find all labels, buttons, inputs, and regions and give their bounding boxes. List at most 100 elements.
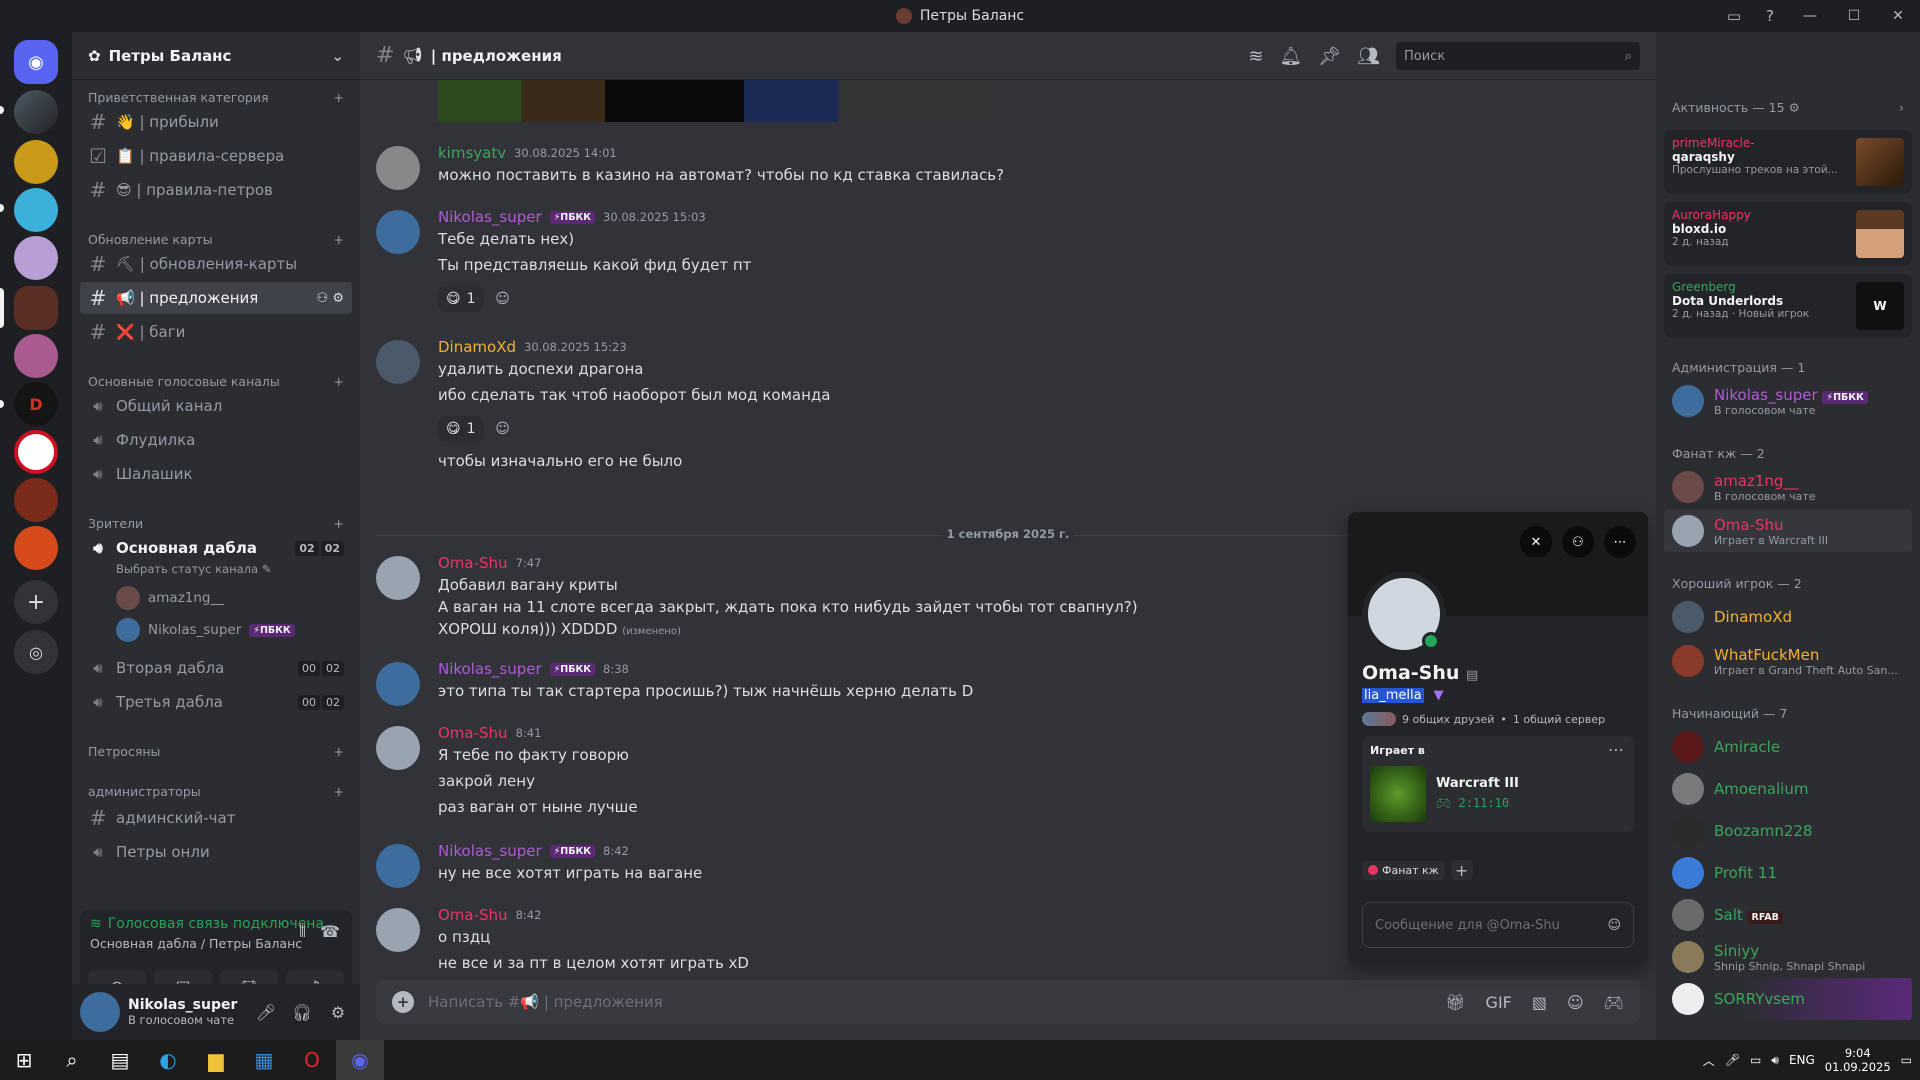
reaction[interactable]: 😋 1	[438, 286, 484, 312]
channel-second-dabla[interactable]: 🔊︎ Вторая дабла 00 02	[80, 652, 352, 684]
note-icon[interactable]: ▤	[1466, 668, 1478, 683]
server-icon[interactable]	[14, 478, 58, 522]
message-composer[interactable]: + Написать #📢 | предложения 🎁︎ GIF ▧ ☺ 🎮…	[376, 980, 1640, 1024]
server-icon[interactable]	[14, 430, 58, 474]
add-reaction-icon[interactable]: ☺	[488, 286, 518, 312]
message-author[interactable]: Oma-Shu	[438, 724, 508, 742]
language-indicator[interactable]: ENG	[1789, 1053, 1815, 1067]
invite-icon[interactable]: ⚇	[317, 291, 329, 306]
pin-icon[interactable]: 📌︎	[1318, 46, 1341, 67]
role-badge[interactable]: Фанат кж	[1362, 860, 1445, 880]
channel-shalashik[interactable]: 🔊︎ Шалашик	[80, 458, 352, 490]
channel-status-link[interactable]: Выбрать статус канала ✎	[116, 562, 271, 576]
noise-suppression-icon[interactable]: ⦀	[299, 922, 306, 942]
channel-admin-chat[interactable]: # админский-чат	[80, 802, 352, 834]
add-channel-icon[interactable]: +	[334, 516, 344, 531]
reaction[interactable]: 😋 1	[438, 416, 484, 442]
member[interactable]: Amoenalium	[1664, 768, 1912, 810]
members-icon[interactable]: 👥︎	[1357, 46, 1380, 67]
inbox-icon[interactable]: ▭	[1716, 0, 1752, 32]
message-author[interactable]: Oma-Shu	[438, 554, 508, 572]
add-channel-icon[interactable]: +	[334, 232, 344, 247]
channel-general-voice[interactable]: 🔊︎ Общий канал	[80, 390, 352, 422]
gif-icon[interactable]: GIF	[1486, 993, 1512, 1012]
member[interactable]: Nikolas_super ⚡ПБКК В голосовом чате	[1664, 380, 1912, 422]
threads-icon[interactable]: ≋	[1248, 46, 1263, 67]
message-author[interactable]: Nikolas_super	[438, 660, 542, 678]
channel-main-dabla[interactable]: 🔊︎ Основная дабла 02 02	[80, 532, 352, 564]
microphone-icon[interactable]: 🎤︎	[252, 1003, 280, 1022]
close-button[interactable]: ✕	[1876, 0, 1920, 32]
voice-status[interactable]: Голосовая связь подключена	[108, 916, 324, 932]
add-role-icon[interactable]: +	[1450, 860, 1473, 880]
minimize-button[interactable]: —	[1788, 0, 1832, 32]
server-icon[interactable]	[14, 526, 58, 570]
category-admins[interactable]: администраторы +	[88, 784, 344, 799]
member[interactable]: DinamoXd	[1664, 596, 1912, 638]
edge-icon[interactable]: ◐	[144, 1040, 192, 1080]
message-author[interactable]: DinamoXd	[438, 338, 516, 356]
emoji-icon[interactable]: ☺	[1567, 993, 1584, 1012]
discord-home-icon[interactable]: ◉	[14, 40, 58, 84]
user-info[interactable]: Nikolas_super В голосовом чате	[128, 997, 244, 1027]
server-icon[interactable]	[14, 188, 58, 232]
mutuals[interactable]: 9 общих друзей • 1 общий сервер	[1362, 712, 1605, 726]
server-header[interactable]: ✿ Петры Баланс ⌄	[72, 32, 360, 80]
emoji-icon[interactable]: ☺	[1607, 918, 1621, 933]
category-map-update[interactable]: Обновление карты +	[88, 232, 344, 247]
add-channel-icon[interactable]: +	[334, 784, 344, 799]
channel-suggestions[interactable]: # 📢 | предложения ⚇ ⚙	[80, 282, 352, 314]
channel-third-dabla[interactable]: 🔊︎ Третья дабла 00 02	[80, 686, 352, 718]
category-petrosyny[interactable]: Петросяны +	[88, 744, 344, 759]
channel-bugs[interactable]: # ❌ | баги	[80, 316, 352, 348]
server-icon[interactable]	[14, 90, 58, 134]
maximize-button[interactable]: ☐	[1832, 0, 1876, 32]
avatar[interactable]	[80, 992, 120, 1032]
member[interactable]: Salt RFAB	[1664, 894, 1912, 936]
dm-input[interactable]: Сообщение для @Oma-Shu ☺	[1362, 902, 1634, 948]
more-icon[interactable]: ⋯	[1604, 526, 1636, 558]
volume-icon[interactable]: 🔊︎	[1771, 1053, 1779, 1068]
activity-header[interactable]: Активность — 15 ⚙ ›	[1672, 100, 1904, 115]
add-server-icon[interactable]: +	[14, 580, 58, 624]
server-icon[interactable]: D	[14, 382, 58, 426]
more-icon[interactable]: ⋯	[1608, 740, 1624, 759]
member[interactable]: WhatFuckMen Играет в Grand Theft Auto San…	[1664, 640, 1912, 682]
channel-server-rules[interactable]: ☑ 📋 | правила-сервера	[80, 140, 352, 172]
apps-icon[interactable]: 🎮︎	[1604, 993, 1624, 1012]
category-welcome[interactable]: Приветственная категория +	[88, 90, 344, 105]
gear-icon[interactable]: ⚙	[1789, 100, 1800, 115]
voice-user[interactable]: Nikolas_super ⚡ПБКК	[116, 618, 295, 642]
add-friend-icon[interactable]: ⚇	[1562, 526, 1594, 558]
server-icon[interactable]	[14, 236, 58, 280]
member[interactable]: SORRYvsem	[1664, 978, 1912, 1020]
member[interactable]: Profit 11	[1664, 852, 1912, 894]
store-icon[interactable]: ▦	[240, 1040, 288, 1080]
add-channel-icon[interactable]: +	[334, 90, 344, 105]
add-reaction-icon[interactable]: ☺	[488, 416, 518, 442]
channel-petry-only[interactable]: 🔊︎ Петры онли	[80, 836, 352, 868]
gift-icon[interactable]: 🎁︎	[1445, 993, 1465, 1012]
message-input[interactable]: Написать #📢 | предложения	[428, 993, 663, 1011]
image-attachment[interactable]	[438, 80, 994, 122]
discord-taskbar-icon[interactable]: ◉	[336, 1040, 384, 1080]
block-icon[interactable]: ✕	[1520, 526, 1552, 558]
member[interactable]: Siniyy Shnip Shnip, Shnapi Shnapi	[1664, 936, 1912, 978]
settings-icon[interactable]: ⚙	[324, 1003, 352, 1022]
member[interactable]: amaz1ng__ В голосовом чате	[1664, 466, 1912, 508]
disconnect-icon[interactable]: ☎	[320, 922, 340, 942]
activity-card[interactable]: AuroraHappy bloxd.io 2 д. назад	[1664, 202, 1912, 266]
message-author[interactable]: Nikolas_super	[438, 208, 542, 226]
microphone-icon[interactable]: 🎤︎	[1725, 1053, 1740, 1067]
voice-location[interactable]: Основная дабла / Петры Баланс	[90, 936, 302, 951]
file-explorer-icon[interactable]: ▆	[192, 1040, 240, 1080]
channel-flood[interactable]: 🔊︎ Флудилка	[80, 424, 352, 456]
add-channel-icon[interactable]: +	[334, 744, 344, 759]
avatar[interactable]	[376, 844, 420, 888]
message-author[interactable]: Oma-Shu	[438, 906, 508, 924]
member-selected[interactable]: Oma-Shu Играет в Warcraft III	[1664, 510, 1912, 552]
message-author[interactable]: Nikolas_super	[438, 842, 542, 860]
member[interactable]: Boozamn228	[1664, 810, 1912, 852]
category-voice[interactable]: Основные голосовые каналы +	[88, 374, 344, 389]
task-view-icon[interactable]: ▤	[96, 1040, 144, 1080]
